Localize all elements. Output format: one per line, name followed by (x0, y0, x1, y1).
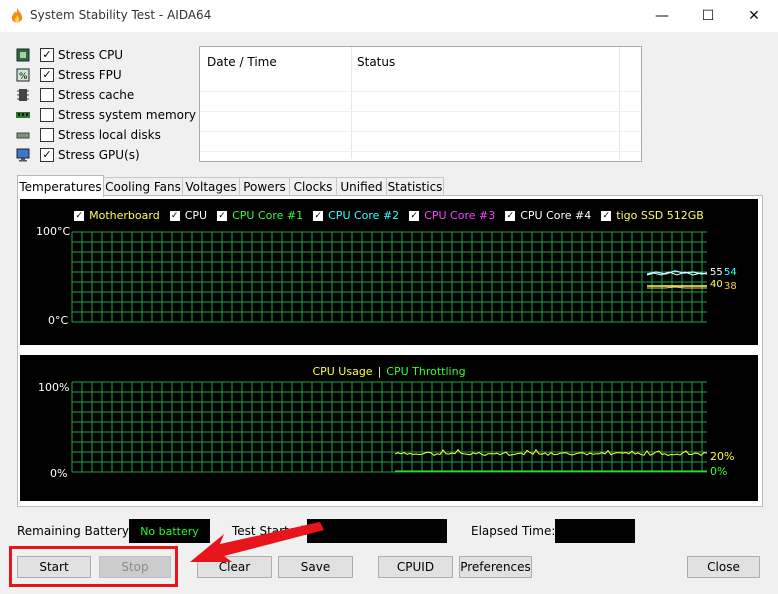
cpuid-button[interactable]: CPUID (378, 556, 453, 578)
close-button[interactable]: Close (687, 556, 760, 578)
svg-text:%: % (19, 72, 28, 82)
stress-option-label: Stress local disks (58, 128, 161, 142)
stress-option-label: Stress FPU (58, 68, 122, 82)
temperature-readout-ssd: 38 (724, 281, 737, 292)
stress-checkbox[interactable]: ✓ (40, 48, 54, 62)
annotation-arrow-icon (190, 522, 324, 562)
test-started-value (307, 519, 447, 543)
stress-checkbox[interactable]: ✓ (40, 148, 54, 162)
annotation-highlight-box (9, 546, 178, 587)
row-line (200, 91, 641, 92)
cpu-usage-plot (71, 381, 708, 473)
stress-checkbox[interactable]: ✓ (40, 68, 54, 82)
row-line (200, 151, 641, 152)
stress-option-row[interactable]: Stress cache (16, 86, 134, 104)
usage-grid (71, 381, 707, 473)
column-header-status[interactable]: Status (357, 55, 395, 69)
stress-option-label: Stress GPU(s) (58, 148, 140, 162)
row-line (200, 111, 641, 112)
tab-voltages[interactable]: Voltages (182, 177, 240, 196)
stress-option-row[interactable]: ✓ Stress CPU (16, 46, 123, 64)
minimize-button[interactable]: — (639, 0, 685, 32)
stress-option-row[interactable]: Stress system memory (16, 106, 196, 124)
usage-y-min-label: 0% (50, 467, 68, 480)
stress-checkbox[interactable] (40, 128, 54, 142)
temperature-plot (71, 231, 708, 323)
preferences-button[interactable]: Preferences (459, 556, 532, 578)
tab-statistics[interactable]: Statistics (386, 177, 444, 196)
elapsed-time-label: Elapsed Time: (471, 524, 556, 538)
stress-checkbox[interactable] (40, 108, 54, 122)
window-title: System Stability Test - AIDA64 (30, 8, 212, 22)
temperature-readout-core: 54 (724, 267, 737, 278)
memory-module-icon (16, 108, 32, 122)
stress-option-row[interactable]: ✓ Stress GPU(s) (16, 146, 140, 164)
monitor-gpu-icon (16, 148, 32, 162)
aida64-flame-icon (10, 8, 24, 24)
temperature-grid (71, 231, 707, 323)
column-header-date-time[interactable]: Date / Time (207, 55, 277, 69)
usage-y-max-label: 100% (38, 381, 70, 394)
tab-clocks[interactable]: Clocks (289, 177, 337, 196)
stress-option-label: Stress system memory (58, 108, 197, 122)
tab-temperatures[interactable]: Temperatures (17, 175, 104, 197)
throttling-readout: 0% (710, 465, 728, 478)
usage-readout: 20% (710, 450, 735, 463)
temperatures-panel: ✓ Motherboard ✓ CPU ✓ CPU Core #1 ✓ CPU Core #2… (17, 195, 763, 507)
temperature-y-min-label: 0°C (48, 314, 69, 327)
close-window-button[interactable]: ✕ (731, 0, 777, 32)
ssd-temp-trace (647, 286, 707, 289)
tab-unified[interactable]: Unified (336, 177, 387, 196)
tab-powers[interactable]: Powers (239, 177, 290, 196)
elapsed-time-value (555, 519, 635, 543)
stress-option-row[interactable]: % ✓ Stress FPU (16, 66, 122, 84)
cache-icon (16, 88, 32, 102)
remaining-battery-label: Remaining Battery: (17, 524, 133, 538)
temperature-readout-cpu: 55 (710, 267, 723, 278)
temperature-readout-motherboard: 40 (710, 279, 723, 290)
stress-option-label: Stress cache (58, 88, 135, 102)
stress-checkbox[interactable] (40, 88, 54, 102)
status-log-table: Date / Time Status (199, 46, 642, 162)
temperature-y-max-label: 100°C (36, 225, 71, 238)
disk-drive-icon (16, 128, 32, 142)
column-divider (619, 47, 620, 159)
row-line (200, 131, 641, 132)
cpu-chip-icon (16, 48, 32, 62)
maximize-button[interactable]: ☐ (685, 0, 731, 32)
stress-option-row[interactable]: Stress local disks (16, 126, 161, 144)
temperature-graph: ✓ Motherboard ✓ CPU ✓ CPU Core #1 ✓ CPU Core #2… (20, 199, 758, 345)
cpu-usage-graph: CPU Usage | CPU Throttling 100% 0% 20% 0… (20, 355, 758, 501)
stress-option-label: Stress CPU (58, 48, 124, 62)
column-divider (351, 47, 352, 159)
tab-cooling-fans[interactable]: Cooling Fans (103, 177, 183, 196)
fpu-percent-icon: % (16, 68, 32, 82)
